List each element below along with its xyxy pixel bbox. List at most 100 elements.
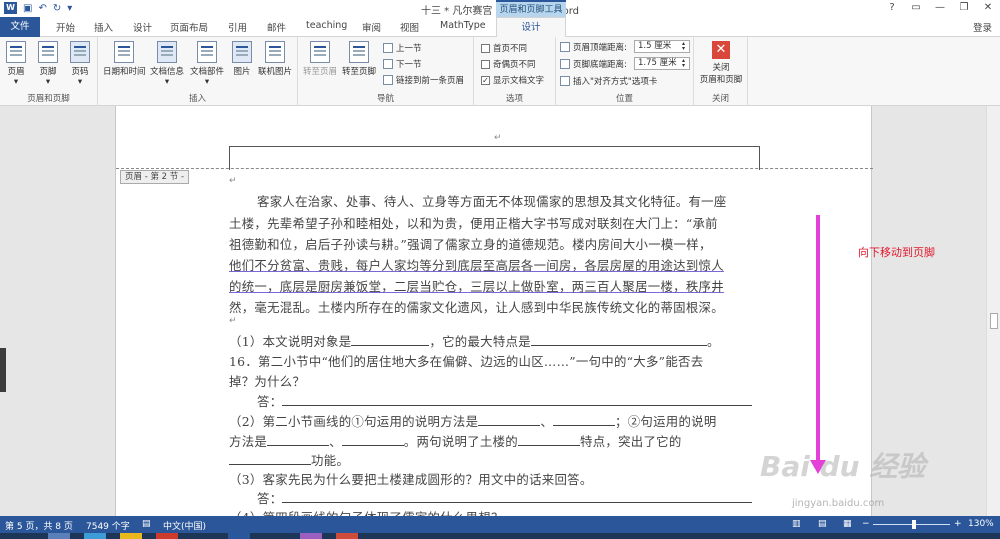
zoom-slider-knob[interactable] — [912, 520, 916, 529]
page-number-button[interactable]: 页码 ▾ — [70, 41, 90, 87]
check-icon: ✓ — [481, 75, 490, 85]
goto-header-icon — [310, 41, 330, 63]
header-boundary — [116, 168, 873, 169]
taskbar-app-icon[interactable] — [300, 533, 322, 539]
group-header-footer: 页眉 ▾ 页脚 ▾ 页码 ▾ 页眉和页脚 — [0, 37, 98, 106]
close-header-footer-button[interactable]: ✕ 关闭 页眉和页脚 — [696, 41, 746, 85]
window-controls: ? ▭ — ❐ ✕ — [880, 0, 1000, 16]
taskbar-app-icon[interactable] — [48, 533, 70, 539]
insert-alignment-tab-button[interactable]: 插入"对齐方式"选项卡 — [560, 75, 657, 87]
show-doc-text-checkbox[interactable]: ✓ 显示文档文字 — [481, 74, 544, 86]
restore-icon[interactable]: ❐ — [952, 0, 976, 16]
tab-header-footer-design[interactable]: 设计 — [496, 17, 566, 38]
ribbon-tabs: 文件 开始 插入 设计 页面布局 引用 邮件 teaching 审阅 视图 Ma… — [0, 17, 1000, 38]
previous-icon — [383, 43, 393, 53]
paragraph-mark: ↵ — [229, 316, 237, 326]
header-section-tag: 页眉 - 第 2 节 - — [120, 170, 190, 184]
quick-parts-icon — [197, 41, 217, 63]
goto-header-button[interactable]: 转至页眉 — [303, 41, 337, 77]
goto-footer-icon — [349, 41, 369, 63]
header-distance-icon — [560, 42, 570, 52]
question-1: （1）本文说明对象是 ，它的最大特点是。 — [229, 334, 720, 349]
footer-button[interactable]: 页脚 ▾ — [38, 41, 58, 87]
header-region[interactable] — [229, 146, 760, 170]
header-distance-input[interactable]: 1.5 厘米 — [634, 40, 690, 53]
context-group-label: 页眉和页脚工具 — [496, 0, 566, 17]
goto-footer-button[interactable]: 转至页脚 — [342, 41, 376, 77]
taskbar-app-icon[interactable] — [156, 533, 178, 539]
tab-page-layout[interactable]: 页面布局 — [170, 20, 208, 34]
doc-info-button[interactable]: 文档信息 ▾ — [150, 41, 184, 87]
vertical-scrollbar[interactable] — [986, 106, 1000, 516]
close-icon[interactable]: ✕ — [976, 0, 1000, 16]
tab-review[interactable]: 审阅 — [362, 20, 381, 34]
body-line-2: 土楼，先辈希望子孙和睦相处，以和为贵，便用正楷大字书写成对联刻在大门上：“承前 — [229, 216, 718, 231]
next-section-button[interactable]: 下一节 — [383, 58, 422, 70]
picture-icon — [232, 41, 252, 63]
previous-section-button[interactable]: 上一节 — [383, 42, 422, 54]
read-mode-icon[interactable]: ▥ — [792, 519, 801, 529]
group-position: 页眉顶端距离: 1.5 厘米 页脚底端距离: 1.75 厘米 插入"对齐方式"选… — [556, 37, 694, 106]
tab-teaching[interactable]: teaching — [306, 20, 347, 31]
language-indicator[interactable]: 中文(中国) — [163, 519, 206, 532]
tab-mathtype[interactable]: MathType — [440, 20, 486, 31]
document-page[interactable]: ↵ 页眉 - 第 2 节 - ↵ 客家人在治家、处事、待人、立身等方面无不体现儒… — [115, 106, 873, 516]
question-2-line1: （2）第二小节画线的①句运用的说明方法是、；②句运用的说明 — [229, 414, 717, 429]
tab-view[interactable]: 视图 — [400, 20, 419, 34]
next-icon — [383, 59, 393, 69]
proofing-icon[interactable]: ▤ — [142, 519, 151, 529]
annotation-text: 向下移动到页脚 — [858, 246, 935, 259]
ribbon-display-icon[interactable]: ▭ — [904, 0, 928, 16]
header-icon — [6, 41, 26, 63]
body-line-4: 他们不分贫富、贵贱，每户人家均等分到底层至高层各一间房，各层房屋的用途达到惊人 — [229, 258, 724, 273]
group-navigation: 转至页眉 转至页脚 上一节 下一节 链接到前一条页眉 导航 — [298, 37, 474, 106]
scrollbar-thumb[interactable] — [990, 313, 998, 329]
web-layout-icon[interactable]: ▦ — [843, 519, 852, 529]
taskbar-app-icon[interactable] — [120, 533, 142, 539]
side-panel-tab[interactable] — [0, 348, 6, 392]
help-icon[interactable]: ? — [880, 0, 904, 16]
footer-distance-label: 页脚底端距离: — [560, 58, 627, 70]
doc-info-icon — [157, 41, 177, 63]
online-picture-button[interactable]: 联机图片 — [258, 41, 292, 77]
body-line-1: 客家人在治家、处事、待人、立身等方面无不体现儒家的思想及其文化特征。有一座 — [257, 194, 727, 209]
question-2-line3: 功能。 — [229, 451, 751, 469]
link-to-previous-button[interactable]: 链接到前一条页眉 — [383, 74, 464, 86]
tab-file[interactable]: 文件 — [0, 17, 40, 37]
sign-in-link[interactable]: 登录 — [973, 20, 992, 34]
header-button[interactable]: 页眉 ▾ — [6, 41, 26, 87]
link-icon — [383, 75, 393, 85]
taskbar — [0, 533, 1000, 539]
different-odd-even-checkbox[interactable]: 奇偶页不同 — [481, 58, 536, 70]
header-distance-label: 页眉顶端距离: — [560, 41, 627, 53]
zoom-in-button[interactable]: + — [954, 519, 962, 529]
tab-home[interactable]: 开始 — [56, 20, 75, 34]
footer-icon — [38, 41, 58, 63]
word-count[interactable]: 7549 个字 — [86, 519, 130, 532]
baidu-watermark-url: jingyan.baidu.com — [792, 498, 885, 509]
group-options: 首页不同 奇偶页不同 ✓ 显示文档文字 选项 — [474, 37, 556, 106]
zoom-level[interactable]: 130% — [968, 519, 994, 529]
quick-parts-button[interactable]: 文档部件 ▾ — [190, 41, 224, 87]
question-3: （3）客家先民为什么要把土楼建成圆形的？用文中的话来回答。 — [229, 472, 593, 487]
zoom-out-button[interactable]: − — [862, 519, 870, 529]
footer-distance-icon — [560, 59, 570, 69]
picture-button[interactable]: 图片 — [232, 41, 252, 77]
minimize-icon[interactable]: — — [928, 0, 952, 16]
date-time-button[interactable]: 日期和时间 — [103, 41, 146, 77]
question-16-line1: 16．第二小节中“他们的居住地大多在偏僻、边远的山区……”一句中的“大多”能否去 — [229, 354, 704, 369]
tab-insert[interactable]: 插入 — [94, 20, 113, 34]
page-count[interactable]: 第 5 页，共 8 页 — [5, 519, 73, 532]
tab-references[interactable]: 引用 — [228, 20, 247, 34]
body-line-3: 祖德勤和位，启后子孙读与耕。”强调了儒家立身的道德规范。楼内房间大小一模一样， — [229, 237, 712, 252]
tab-design-doc[interactable]: 设计 — [133, 20, 152, 34]
question-4: （4）第四段画线的句子体现了儒家的什么思想？ — [229, 508, 751, 516]
taskbar-word-icon[interactable] — [228, 533, 250, 539]
print-layout-icon[interactable]: ▤ — [818, 519, 827, 529]
taskbar-app-icon[interactable] — [84, 533, 106, 539]
close-x-icon: ✕ — [712, 41, 730, 59]
tab-mailings[interactable]: 邮件 — [267, 20, 286, 34]
different-first-page-checkbox[interactable]: 首页不同 — [481, 42, 527, 54]
taskbar-app-icon[interactable] — [336, 533, 358, 539]
footer-distance-input[interactable]: 1.75 厘米 — [634, 57, 690, 70]
